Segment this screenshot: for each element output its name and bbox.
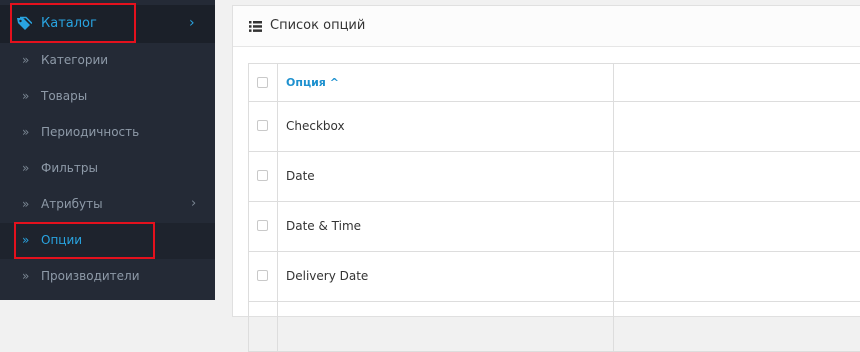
list-icon: [249, 21, 262, 32]
double-arrow-icon: »: [22, 197, 30, 211]
double-arrow-icon: »: [22, 269, 30, 283]
option-name: Date: [286, 169, 315, 183]
double-arrow-icon: »: [22, 125, 30, 139]
sidebar-item-recurring[interactable]: » Периодичность: [0, 115, 215, 151]
sort-option-name-link[interactable]: Опция ^: [286, 76, 339, 89]
double-arrow-icon: »: [22, 161, 30, 175]
table-row: [249, 302, 860, 352]
row-checkbox[interactable]: [257, 220, 268, 231]
options-table: Опция ^ Checkbox Date Date & Time Delive…: [248, 63, 860, 352]
sidebar: Каталог › » Категории » Товары » Периоди…: [0, 0, 215, 300]
sidebar-item-label: Производители: [41, 269, 140, 283]
double-arrow-icon: »: [22, 233, 30, 247]
table-row: Date & Time: [249, 202, 860, 252]
sidebar-item-categories[interactable]: » Категории: [0, 43, 215, 79]
option-name: Date & Time: [286, 219, 362, 233]
sidebar-item-filters[interactable]: » Фильтры: [0, 151, 215, 187]
sidebar-item-label: Опции: [41, 233, 83, 247]
row-checkbox[interactable]: [257, 120, 268, 131]
select-all-checkbox[interactable]: [257, 77, 268, 88]
double-arrow-icon: »: [22, 89, 30, 103]
table-row: Delivery Date: [249, 252, 860, 302]
options-panel: Список опций Опция ^ Checkbox Date Date …: [232, 5, 860, 352]
sidebar-item-label: Атрибуты: [41, 197, 103, 211]
chevron-right-icon: ›: [191, 196, 197, 211]
table-row: Date: [249, 152, 860, 202]
sidebar-item-options[interactable]: » Опции: [0, 223, 215, 259]
panel-heading: Список опций: [233, 6, 860, 47]
option-name: Delivery Date: [286, 269, 369, 283]
row-checkbox[interactable]: [257, 270, 268, 281]
sidebar-item-catalog[interactable]: Каталог ›: [0, 5, 215, 43]
tag-icon: [17, 16, 32, 30]
sidebar-item-label: Каталог: [41, 16, 97, 31]
sidebar-item-label: Фильтры: [41, 161, 98, 175]
sidebar-item-manufacturers[interactable]: » Производители: [0, 259, 215, 295]
double-arrow-icon: »: [22, 53, 30, 67]
option-name: Checkbox: [286, 119, 345, 133]
chevron-right-icon: ›: [189, 15, 195, 31]
sidebar-item-label: Товары: [41, 89, 88, 103]
table-row: Checkbox: [249, 102, 860, 152]
panel-title: Список опций: [270, 18, 366, 33]
sidebar-item-attributes[interactable]: » Атрибуты ›: [0, 187, 215, 223]
sidebar-item-label: Периодичность: [41, 125, 140, 139]
row-checkbox[interactable]: [257, 170, 268, 181]
table-header: Опция ^: [249, 64, 860, 102]
sidebar-item-products[interactable]: » Товары: [0, 79, 215, 115]
sidebar-item-label: Категории: [41, 53, 109, 67]
